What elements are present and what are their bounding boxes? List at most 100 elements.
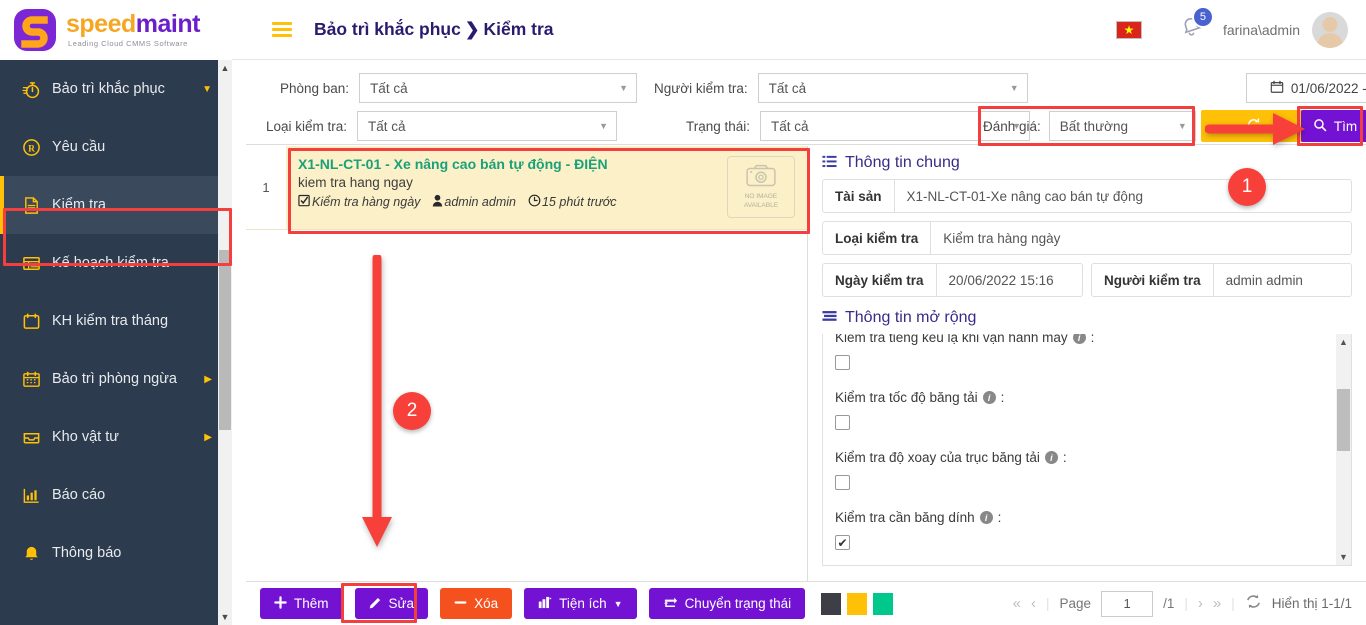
- sidebar: speedmaint Leading Cloud CMMS Software B…: [0, 0, 232, 625]
- scroll-up-arrow-icon[interactable]: ▲: [1336, 334, 1351, 350]
- sidebar-item-bao-tri-phong-ngua[interactable]: Bảo trì phòng ngừa ▶: [0, 350, 232, 408]
- info-icon[interactable]: i: [979, 511, 993, 524]
- pagination: « ‹ | Page /1 | › » | Hiển thị 1-1/1: [1013, 590, 1352, 617]
- add-button-label: Thêm: [294, 596, 329, 611]
- info-icon[interactable]: i: [1072, 334, 1086, 344]
- evaluation-select[interactable]: Bất thường ▼: [1048, 111, 1196, 141]
- date-range-input[interactable]: 01/06/2022 - 30/06/2022: [1246, 73, 1366, 103]
- date-inspector-field-row: Ngày kiểm tra 20/06/2022 15:16 Người kiể…: [808, 263, 1366, 305]
- breadcrumb-parent[interactable]: Bảo trì khắc phục: [314, 19, 461, 39]
- sidebar-scrollbar-thumb[interactable]: [219, 250, 231, 430]
- list-item-body: X1-NL-CT-01 - Xe nâng cao bán tự động - …: [298, 156, 727, 221]
- inspection-date-value: 20/06/2022 15:16: [948, 272, 1054, 288]
- last-page-icon[interactable]: »: [1213, 595, 1221, 612]
- sidebar-item-yeu-cau[interactable]: R Yêu cầu: [0, 118, 232, 176]
- info-icon[interactable]: i: [1044, 451, 1058, 464]
- sidebar-item-thong-bao[interactable]: Thông báo: [0, 524, 232, 582]
- status-select-value: Tất cả: [771, 118, 809, 134]
- checklist-item-3-checkbox[interactable]: ✔: [835, 535, 850, 550]
- inbox-icon: [22, 428, 52, 447]
- brand-name-speed: speed: [66, 10, 136, 39]
- avatar[interactable]: [1312, 11, 1348, 48]
- edit-button[interactable]: Sửa: [354, 588, 429, 619]
- sidebar-item-label: Thông báo: [52, 545, 122, 561]
- list-item[interactable]: X1-NL-CT-01 - Xe nâng cao bán tự động - …: [286, 146, 807, 230]
- inspection-list-panel: 1 X1-NL-CT-01 - Xe nâng cao bán tự động …: [246, 146, 808, 581]
- asset-field-row: Tài sản X1-NL-CT-01-Xe nâng cao bán tự đ…: [808, 179, 1366, 221]
- svg-text:R: R: [28, 144, 35, 154]
- page-input[interactable]: [1101, 590, 1154, 617]
- sidebar-item-label: KH kiểm tra tháng: [52, 313, 169, 329]
- inspection-type-select[interactable]: Tất cả ▼: [357, 111, 618, 141]
- tools-icon: [538, 596, 552, 612]
- color-swatch-green[interactable]: [873, 592, 894, 615]
- annotation-arrow-down: [362, 255, 392, 547]
- brand-logo[interactable]: speedmaint Leading Cloud CMMS Software: [0, 0, 232, 60]
- add-button[interactable]: Thêm: [260, 588, 343, 619]
- list-item-title: X1-NL-CT-01 - Xe nâng cao bán tự động - …: [298, 156, 608, 172]
- sidebar-item-ke-hoach-kiem-tra[interactable]: Kế hoạch kiểm tra: [0, 234, 232, 292]
- delete-button[interactable]: Xóa: [440, 588, 513, 619]
- notification-count-badge: 5: [1191, 6, 1214, 28]
- scroll-down-arrow-icon[interactable]: ▼: [1336, 549, 1351, 565]
- sidebar-item-kiem-tra[interactable]: Kiểm tra: [0, 176, 232, 234]
- inspector-filter: Người kiểm tra: Tất cả ▼: [654, 73, 1028, 103]
- utilities-button[interactable]: Tiện ích ▼: [524, 588, 637, 619]
- table-row[interactable]: 1 X1-NL-CT-01 - Xe nâng cao bán tự động …: [246, 146, 807, 230]
- inspector-value: admin admin: [1225, 272, 1303, 288]
- sidebar-scrollbar[interactable]: ▲ ▼: [218, 60, 232, 625]
- sidebar-item-kho-vat-tu[interactable]: Kho vật tư ▶: [0, 408, 232, 466]
- checklist-item-2-checkbox[interactable]: [835, 475, 850, 490]
- notification-button[interactable]: 5: [1180, 6, 1214, 44]
- scroll-up-arrow-icon[interactable]: ▲: [218, 60, 232, 76]
- checklist-scrollbar-thumb[interactable]: [1337, 389, 1350, 451]
- sidebar-item-bao-cao[interactable]: Báo cáo: [0, 466, 232, 524]
- change-status-button[interactable]: Chuyển trạng thái: [648, 588, 806, 619]
- color-swatch-dark[interactable]: [821, 592, 842, 615]
- info-icon[interactable]: i: [982, 391, 996, 404]
- sidebar-item-label: Kiểm tra: [52, 197, 106, 213]
- search-button[interactable]: Tìm: [1301, 110, 1366, 142]
- sidebar-item-label: Kho vật tư: [52, 429, 119, 445]
- inspector-select[interactable]: Tất cả ▼: [757, 73, 1028, 103]
- department-select[interactable]: Tất cả ▼: [359, 73, 638, 103]
- checklist-scrollbar[interactable]: ▲ ▼: [1336, 334, 1351, 565]
- no-image-placeholder: NO IMAGE AVAILABLE: [727, 156, 795, 218]
- hamburger-icon[interactable]: [272, 19, 292, 41]
- sidebar-item-kh-kiem-tra-thang[interactable]: KH kiểm tra tháng: [0, 292, 232, 350]
- checklist-item-0-checkbox[interactable]: [835, 355, 850, 370]
- meta-time-label: 15 phút trước: [541, 195, 617, 209]
- label-colon: :: [1090, 334, 1095, 345]
- inspection-type-field-value: Kiểm tra hàng ngày: [943, 230, 1061, 246]
- status-filter-label: Trạng thái:: [686, 118, 751, 134]
- refresh-icon[interactable]: [1245, 593, 1262, 615]
- inspector-field: Người kiểm tra admin admin: [1091, 263, 1352, 297]
- scroll-down-arrow-icon[interactable]: ▼: [218, 609, 232, 625]
- clock-icon: [528, 194, 541, 210]
- checklist-item-1-checkbox[interactable]: [835, 415, 850, 430]
- checklist-items: Kiểm tra tiếng kêu lạ khi vận hành máy i…: [823, 334, 1351, 550]
- next-page-icon[interactable]: ›: [1198, 595, 1203, 612]
- inspector-filter-label: Người kiểm tra:: [654, 80, 748, 96]
- evaluation-filter-label: Đánh giá:: [983, 118, 1041, 134]
- status-filter: Trạng thái: Tất cả ▼: [686, 111, 1031, 141]
- checklist-container: Kiểm tra tiếng kêu lạ khi vận hành máy i…: [822, 334, 1352, 566]
- sidebar-item-bao-tri-khac-phuc[interactable]: Bảo trì khắc phục ▼: [0, 60, 232, 118]
- change-status-button-label: Chuyển trạng thái: [684, 596, 792, 611]
- asset-field-label: Tài sản: [823, 180, 895, 212]
- meta-type: Kiểm tra hàng ngày: [298, 194, 420, 210]
- header-actions: 5 farina\admin: [1115, 6, 1366, 48]
- vietnam-flag-icon[interactable]: [1115, 20, 1142, 39]
- list-item-description: kiem tra hang ngay: [298, 175, 413, 190]
- username-label[interactable]: farina\admin: [1223, 22, 1300, 38]
- color-swatch-yellow[interactable]: [847, 592, 868, 615]
- evaluation-filter: Đánh giá: Bất thường ▼: [983, 111, 1196, 141]
- chevron-down-icon: ▼: [202, 83, 212, 95]
- label-colon: :: [1062, 450, 1067, 465]
- row-index: 1: [246, 146, 286, 230]
- first-page-icon[interactable]: «: [1013, 595, 1021, 612]
- prev-page-icon[interactable]: ‹: [1031, 595, 1036, 612]
- page-total-label: /1: [1163, 596, 1175, 611]
- chevron-right-icon: ▶: [204, 431, 212, 443]
- sidebar-item-label: Kế hoạch kiểm tra: [52, 255, 169, 271]
